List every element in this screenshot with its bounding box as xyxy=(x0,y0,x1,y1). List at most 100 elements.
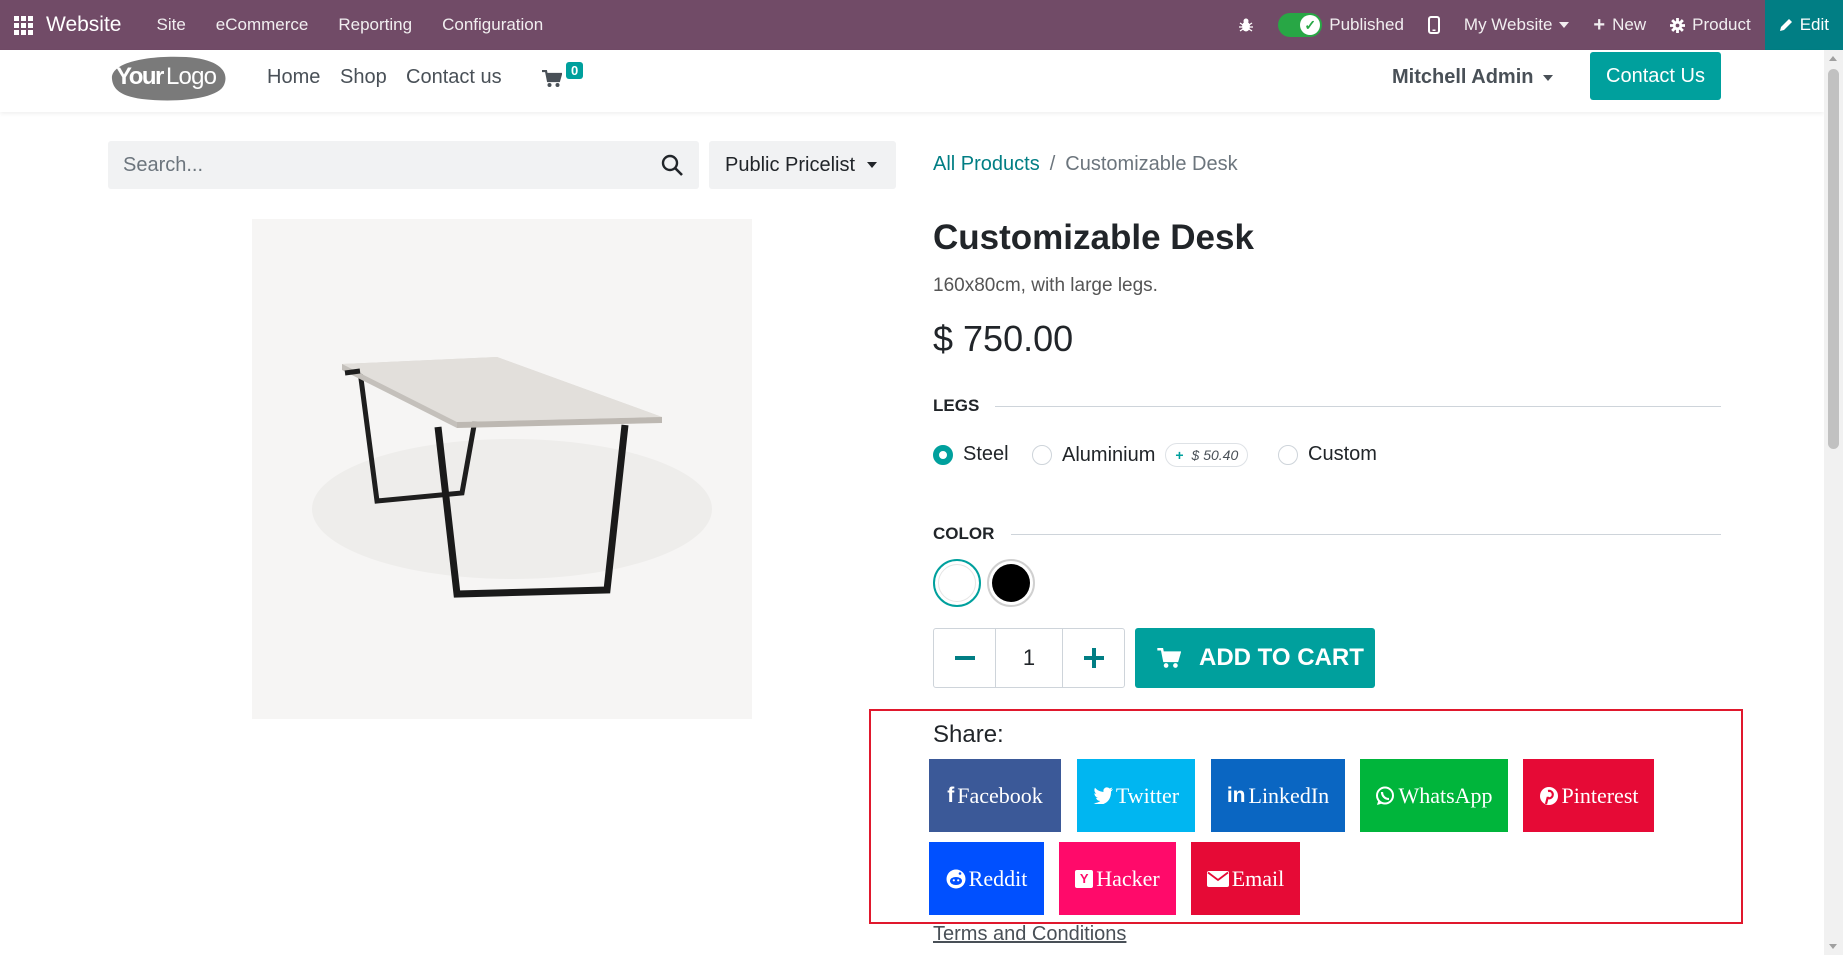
plus-icon xyxy=(1083,648,1104,668)
product-title: Customizable Desk xyxy=(933,218,1254,257)
breadcrumb-current: Customizable Desk xyxy=(1065,153,1238,175)
share-button-label: Reddit xyxy=(968,865,1028,891)
legs-option-custom[interactable]: Custom xyxy=(1278,443,1377,466)
share-button-label: Pinterest xyxy=(1561,782,1639,808)
menu-configuration[interactable]: Configuration xyxy=(427,15,558,35)
user-name: Mitchell Admin xyxy=(1392,66,1534,88)
website-selector-label: My Website xyxy=(1463,15,1553,34)
legs-option-aluminium[interactable]: Aluminium + $ 50.40 xyxy=(1032,443,1249,467)
check-icon: ✓ xyxy=(1300,15,1321,35)
whatsapp-icon xyxy=(1376,786,1395,805)
logo-text-light: Logo xyxy=(166,63,217,90)
share-email-button[interactable]: Email xyxy=(1191,842,1300,915)
color-swatch-fill xyxy=(992,564,1030,602)
share-facebook-button[interactable]: f Facebook xyxy=(929,759,1061,832)
share-button-label: LinkedIn xyxy=(1248,782,1330,808)
cart-link[interactable]: 0 xyxy=(540,62,590,92)
app-brand[interactable]: Website xyxy=(46,13,121,37)
chevron-down-icon xyxy=(1543,74,1554,81)
product-settings-button[interactable]: Product xyxy=(1670,15,1751,35)
color-swatch-black[interactable] xyxy=(987,559,1035,607)
radio-unchecked-icon[interactable] xyxy=(1278,444,1298,465)
search-icon[interactable] xyxy=(660,153,684,177)
quantity-decrease-button[interactable] xyxy=(934,629,995,687)
product-search-input[interactable]: Search... xyxy=(108,141,699,189)
add-to-cart-label: ADD TO CART xyxy=(1199,644,1364,671)
legs-option-label: Custom xyxy=(1308,443,1377,465)
menu-ecommerce[interactable]: eCommerce xyxy=(201,15,324,35)
color-divider xyxy=(1011,534,1721,535)
nav-contact-us[interactable]: Contact us xyxy=(406,66,502,89)
color-swatch-white[interactable] xyxy=(933,559,981,607)
share-linkedin-button[interactable]: in LinkedIn xyxy=(1211,759,1345,832)
menu-site[interactable]: Site xyxy=(141,15,200,35)
pricelist-dropdown[interactable]: Public Pricelist xyxy=(709,141,896,189)
edit-label: Edit xyxy=(1799,15,1829,34)
terms-and-conditions-link[interactable]: Terms and Conditions xyxy=(933,923,1126,946)
breadcrumb-separator: / xyxy=(1049,153,1056,175)
quantity-input[interactable]: 1 xyxy=(995,629,1063,687)
share-button-label: Email xyxy=(1231,865,1285,891)
share-button-label: WhatsApp xyxy=(1398,782,1493,808)
site-header: Your Logo Home Shop Contact us 0 Mitchel… xyxy=(0,50,1824,112)
plus-icon: + xyxy=(1593,13,1606,36)
search-placeholder: Search... xyxy=(123,154,204,176)
color-swatch-fill xyxy=(938,564,976,602)
radio-checked-icon[interactable] xyxy=(933,444,953,465)
menu-reporting[interactable]: Reporting xyxy=(323,15,427,35)
new-button[interactable]: + New xyxy=(1593,14,1646,37)
product-image[interactable] xyxy=(252,219,752,719)
price-extra-badge: + $ 50.40 xyxy=(1165,443,1249,467)
shopping-cart-icon xyxy=(542,70,562,87)
product-price: $ 750.00 xyxy=(933,318,1074,359)
debug-bug-icon[interactable] xyxy=(1238,17,1254,33)
envelope-icon xyxy=(1206,870,1229,887)
share-button-label: Twitter xyxy=(1115,782,1180,808)
new-label: New xyxy=(1612,15,1647,34)
edit-button[interactable]: Edit xyxy=(1764,0,1843,50)
gear-icon xyxy=(1670,17,1686,33)
quantity-stepper: 1 xyxy=(933,628,1125,688)
legs-option-steel[interactable]: Steel xyxy=(933,443,1009,466)
product-description: 160x80cm, with large legs. xyxy=(933,275,1158,296)
add-to-cart-button[interactable]: ADD TO CART xyxy=(1135,628,1375,688)
legs-attribute-label: LEGS xyxy=(933,396,980,415)
breadcrumb-all-products[interactable]: All Products xyxy=(933,153,1040,176)
radio-unchecked-icon[interactable] xyxy=(1032,445,1052,465)
share-hacker-news-button[interactable]: Y Hacker xyxy=(1059,842,1176,915)
page-scrollbar[interactable] xyxy=(1824,50,1843,955)
legs-option-label: Steel xyxy=(963,443,1009,465)
apps-menu-icon[interactable] xyxy=(0,0,46,50)
logo-text-bold: Your xyxy=(116,63,164,90)
chevron-down-icon xyxy=(1559,22,1570,28)
share-label: Share: xyxy=(933,721,1004,748)
publish-toggle[interactable]: ✓ Published xyxy=(1278,13,1404,37)
product-label: Product xyxy=(1692,15,1751,34)
legs-option-label: Aluminium xyxy=(1062,443,1156,466)
chevron-down-icon xyxy=(867,162,878,168)
published-switch[interactable]: ✓ xyxy=(1278,13,1323,37)
pinterest-icon xyxy=(1539,786,1558,805)
nav-shop[interactable]: Shop xyxy=(340,66,387,89)
mobile-preview-icon[interactable] xyxy=(1427,16,1440,34)
company-logo[interactable]: Your Logo xyxy=(106,53,228,103)
share-whatsapp-button[interactable]: WhatsApp xyxy=(1360,759,1508,832)
hacker-news-icon: Y xyxy=(1075,869,1094,888)
website-selector[interactable]: My Website xyxy=(1464,15,1570,35)
pencil-icon xyxy=(1779,19,1792,31)
plus-icon: + xyxy=(1175,447,1184,463)
share-reddit-button[interactable]: Reddit xyxy=(929,842,1044,915)
scroll-down-arrow-icon[interactable] xyxy=(1829,944,1837,949)
user-menu[interactable]: Mitchell Admin xyxy=(1392,66,1554,89)
quantity-increase-button[interactable] xyxy=(1063,629,1124,687)
share-pinterest-button[interactable]: Pinterest xyxy=(1523,759,1654,832)
scroll-up-arrow-icon[interactable] xyxy=(1829,56,1837,61)
share-twitter-button[interactable]: Twitter xyxy=(1077,759,1195,832)
pricelist-label: Public Pricelist xyxy=(725,153,856,176)
price-extra-value: $ 50.40 xyxy=(1191,447,1239,463)
nav-home[interactable]: Home xyxy=(267,66,320,89)
scrollbar-thumb[interactable] xyxy=(1828,69,1839,449)
contact-us-button[interactable]: Contact Us xyxy=(1590,52,1721,100)
legs-divider xyxy=(995,406,1721,407)
twitter-icon xyxy=(1093,787,1113,804)
